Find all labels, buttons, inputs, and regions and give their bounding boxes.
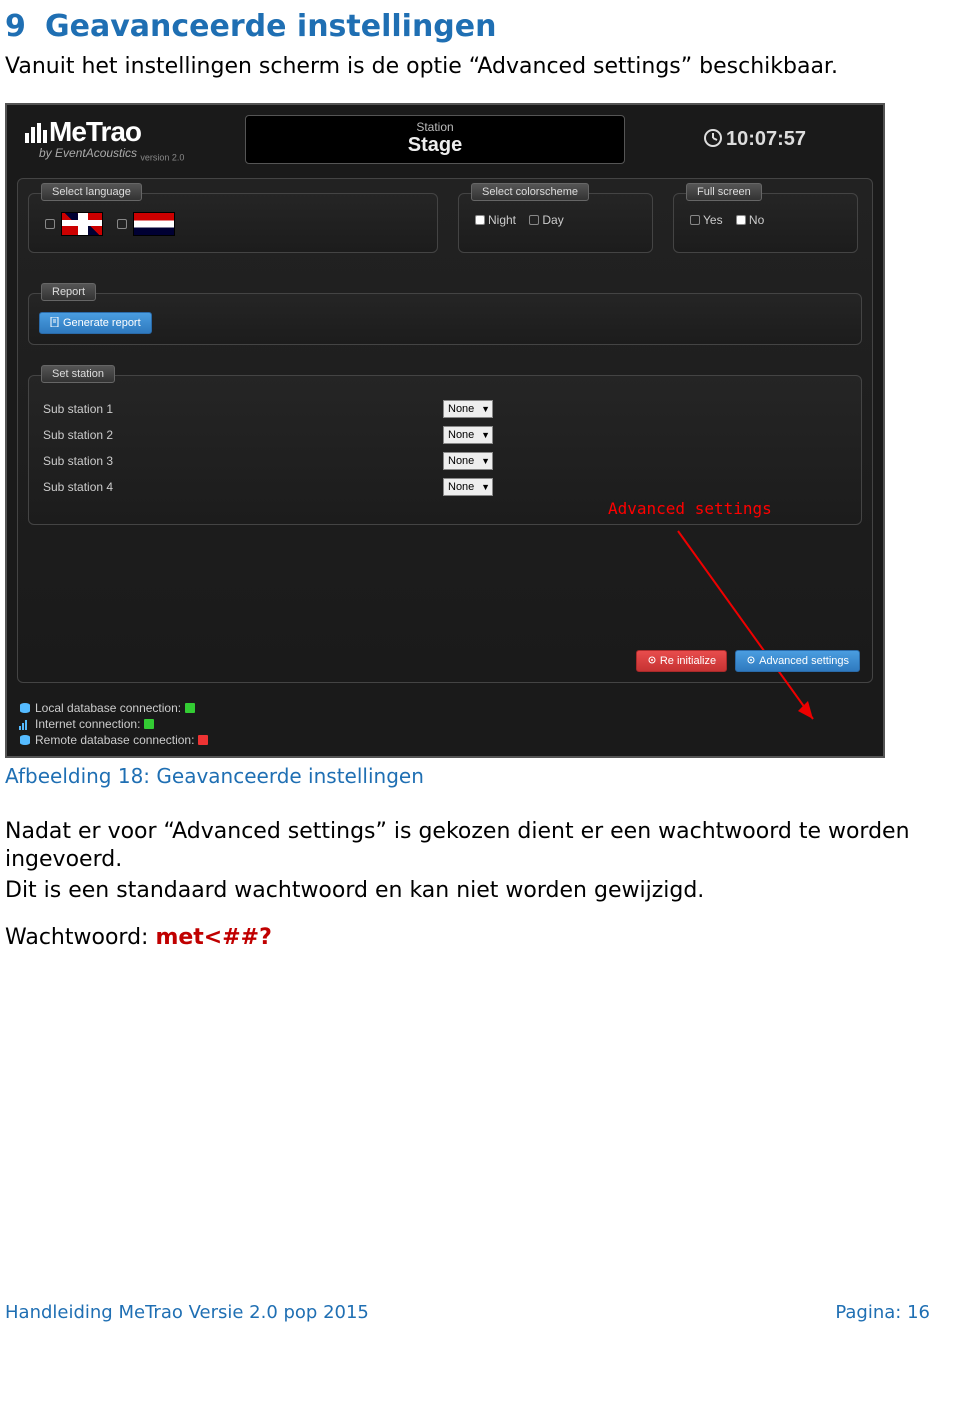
database-icon <box>19 734 31 746</box>
lang-radio-en[interactable] <box>45 219 55 229</box>
substation-row: Sub station 3 None▼ <box>39 448 851 474</box>
report-legend: Report <box>41 283 96 301</box>
password-label: Wachtwoord: <box>5 925 155 950</box>
report-icon <box>50 317 60 327</box>
logo-text: MeTrao <box>49 116 141 147</box>
report-fieldset: Report Generate report <box>28 293 862 345</box>
language-fieldset: Select language <box>28 193 438 253</box>
advanced-settings-button[interactable]: Advanced settings <box>735 650 860 672</box>
figure-caption: Afbeelding 18: Geavanceerde instellingen <box>5 764 930 788</box>
app-screenshot: MeTrao by EventAcoustics version 2.0 Sta… <box>5 103 885 758</box>
substation-select-2[interactable]: None▼ <box>443 426 493 444</box>
substation-select-3[interactable]: None▼ <box>443 452 493 470</box>
flag-uk-icon[interactable] <box>61 212 103 236</box>
color-radio-night[interactable] <box>475 215 485 225</box>
section-title-text: Geavanceerde instellingen <box>45 9 496 44</box>
generate-report-button[interactable]: Generate report <box>39 312 152 334</box>
body-paragraph-2: Dit is een standaard wachtwoord en kan n… <box>5 877 930 905</box>
settings-panel: Select language Select colorscheme Night… <box>17 178 873 683</box>
password-line: Wachtwoord: met<##? <box>5 925 930 950</box>
substation-row: Sub station 1 None▼ <box>39 396 851 422</box>
substation-select-4[interactable]: None▼ <box>443 478 493 496</box>
substation-select-1[interactable]: None▼ <box>443 400 493 418</box>
page-footer: Handleiding MeTrao Versie 2.0 pop 2015 P… <box>5 1302 930 1323</box>
fullscreen-fieldset: Full screen Yes No <box>673 193 858 253</box>
status-dot-green <box>185 703 195 713</box>
colorscheme-fieldset: Select colorscheme Night Day <box>458 193 653 253</box>
substation-row: Sub station 4 None▼ <box>39 474 851 500</box>
signal-icon <box>19 718 31 730</box>
annotation-arrow-icon <box>638 519 838 739</box>
full-radio-yes[interactable] <box>690 215 700 225</box>
station-label: Station <box>246 120 624 134</box>
fullscreen-legend: Full screen <box>686 183 762 201</box>
full-radio-no[interactable] <box>736 215 746 225</box>
lang-radio-nl[interactable] <box>117 219 127 229</box>
section-number: 9 <box>5 9 45 44</box>
station-value: Stage <box>246 134 624 157</box>
clock: 10:07:57 <box>645 128 865 151</box>
clock-icon <box>704 129 722 147</box>
status-dot-red <box>198 735 208 745</box>
database-icon <box>19 702 31 714</box>
app-logo: MeTrao by EventAcoustics version 2.0 <box>25 116 225 162</box>
status-bar: Local database connection: Internet conn… <box>19 700 208 748</box>
status-dot-green <box>144 719 154 729</box>
language-legend: Select language <box>41 183 142 201</box>
gear-icon <box>746 655 756 665</box>
color-radio-day[interactable] <box>529 215 539 225</box>
chevron-down-icon: ▼ <box>481 430 490 440</box>
footer-left: Handleiding MeTrao Versie 2.0 pop 2015 <box>5 1302 369 1323</box>
app-header: MeTrao by EventAcoustics version 2.0 Sta… <box>7 105 883 172</box>
password-value: met<##? <box>155 925 271 950</box>
section-heading: 9Geavanceerde instellingen <box>5 9 930 44</box>
chevron-down-icon: ▼ <box>481 404 490 414</box>
gear-icon <box>647 655 657 665</box>
colorscheme-legend: Select colorscheme <box>471 183 589 201</box>
chevron-down-icon: ▼ <box>481 482 490 492</box>
chevron-down-icon: ▼ <box>481 456 490 466</box>
setstation-legend: Set station <box>41 365 115 383</box>
station-display: Station Stage <box>245 115 625 164</box>
annotation-label: Advanced settings <box>608 499 772 518</box>
intro-paragraph: Vanuit het instellingen scherm is de opt… <box>5 54 930 79</box>
footer-right: Pagina: 16 <box>835 1302 930 1323</box>
reinitialize-button[interactable]: Re initialize <box>636 650 727 672</box>
substation-row: Sub station 2 None▼ <box>39 422 851 448</box>
flag-nl-icon[interactable] <box>133 212 175 236</box>
body-paragraph-1: Nadat er voor “Advanced settings” is gek… <box>5 818 930 873</box>
